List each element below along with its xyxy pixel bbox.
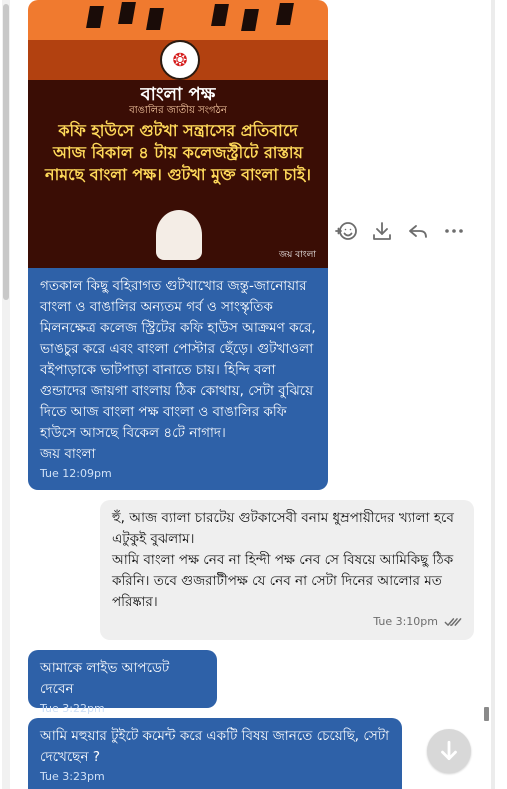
message-text: গতকাল কিছু বহিরাগত গুটখাখোর জন্তু-জানোয়…	[40, 278, 316, 462]
message-time: Tue 3:23pm	[40, 770, 105, 783]
poster-headline: কফি হাউসে গুটখা সন্ত্রাসের প্রতিবাদে আজ …	[45, 121, 311, 184]
right-divider	[491, 0, 495, 789]
more-icon[interactable]	[442, 219, 466, 243]
poster-image[interactable]: ❂ বাংলা পক্ষ বাঙালির জাতীয় সংগঠন কফি হা…	[28, 0, 328, 268]
poster-flags	[28, 0, 328, 38]
message-bubble-outgoing[interactable]: হুঁ, আজ ব্যালা চারটেয় গুটকাসেবী বনাম ধু…	[100, 500, 474, 640]
message-bubble-incoming[interactable]: গতকাল কিছু বহিরাগত গুটখাখোর জন্তু-জানোয়…	[28, 268, 328, 490]
message-text: আমি মহুয়ার টুইটে কমেন্ট করে একটি বিষয় …	[40, 728, 394, 765]
right-scroll-mark[interactable]	[484, 707, 489, 721]
poster-tagline: বাঙালির জাতীয় সংগঠন	[129, 105, 227, 116]
add-reaction-icon[interactable]	[334, 219, 358, 243]
message-bubble-incoming[interactable]: আমি মহুয়ার টুইটে কমেন্ট করে একটি বিষয় …	[28, 718, 402, 789]
message-time: Tue 3:10pm	[373, 615, 438, 628]
message-meta: Tue 3:10pm	[100, 613, 474, 629]
reply-icon[interactable]	[406, 219, 430, 243]
message-text: আমাকে লাইভ আপডেট দেবেন	[40, 660, 174, 697]
left-scrollbar-thumb[interactable]	[3, 4, 9, 300]
message-time: Tue 12:09pm	[40, 467, 112, 480]
arrow-down-icon	[441, 740, 457, 760]
message-bubble-incoming[interactable]: আমাকে লাইভ আপডেট দেবেন Tue 3:22pm	[28, 650, 217, 715]
scroll-to-bottom-button[interactable]	[427, 729, 471, 773]
poster-emblem-icon: ❂	[160, 40, 200, 80]
message-time: Tue 3:22pm	[40, 702, 105, 715]
download-icon[interactable]	[370, 219, 394, 243]
poster-footer: জয় বাংলা	[278, 250, 316, 260]
message-text: হুঁ, আজ ব্যালা চারটেয় গুটকাসেবী বনাম ধু…	[112, 510, 454, 610]
message-toolbar	[334, 214, 474, 248]
poster-figure	[156, 210, 202, 260]
read-receipt-icon	[444, 615, 462, 629]
left-scrollbar[interactable]	[2, 0, 10, 789]
